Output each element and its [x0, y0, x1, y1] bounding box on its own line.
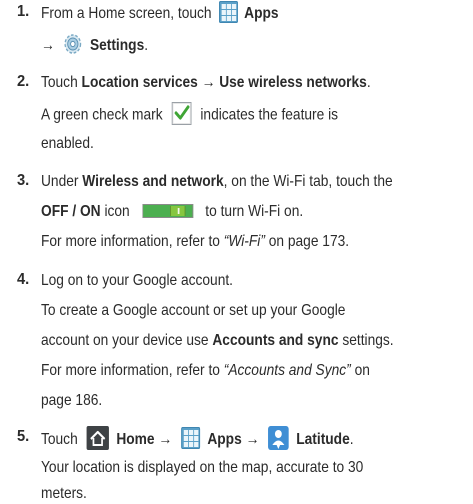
step-line: Log on to your Google account. [41, 272, 234, 289]
apps-label: Apps [244, 5, 279, 23]
arrow: → [41, 37, 55, 55]
step-number: 4. [16, 271, 30, 288]
arrow: → [245, 431, 260, 449]
step-number: 5. [16, 428, 30, 445]
arrow: → [201, 74, 216, 91]
apps-grid-icon [218, 1, 238, 23]
latitude-label: Latitude [296, 431, 350, 449]
step-line: Under Wireless and network, on the Wi-Fi… [41, 173, 393, 190]
green-check-icon [171, 102, 192, 125]
home-icon [86, 426, 110, 450]
off-on-label: OFF / ON [41, 203, 101, 220]
step-line: Touch Location services → Use wireless n… [41, 74, 371, 91]
step-line: For more information, refer to “Accounts… [41, 362, 370, 379]
arrow: → [158, 431, 173, 449]
step-line: For more information, refer to “Wi-Fi” o… [41, 233, 350, 250]
wifi-toggle-icon [142, 203, 193, 218]
step-line: meters. [41, 485, 87, 502]
step-line: Your location is displayed on the map, a… [41, 459, 364, 476]
use-wireless-networks-label: Use wireless networks [219, 74, 367, 91]
settings-gear-icon [64, 33, 83, 55]
accounts-and-sync-reference: “Accounts and Sync” [223, 362, 351, 379]
home-label: Home [116, 431, 155, 449]
step-number: 3. [16, 172, 30, 189]
settings-label: Settings [89, 37, 145, 55]
step-number: 2. [16, 73, 30, 90]
latitude-icon [268, 426, 289, 450]
step-line: page 186. [41, 392, 103, 409]
step-line: → Settings. [41, 33, 165, 57]
wireless-and-network-label: Wireless and network [82, 173, 224, 190]
apps-label: Apps [207, 431, 242, 449]
step-line: account on your device use Accounts and … [41, 332, 394, 349]
instruction-page: 1. From a Home screen, touch Apps → Sett… [0, 0, 473, 504]
step-line: OFF / ON icon to turn Wi-Fi on. [41, 203, 304, 220]
wifi-reference: “Wi-Fi” [223, 233, 265, 250]
step-line: From a Home screen, touch Apps [41, 1, 317, 25]
step-line: Touch Home → Apps → Latitude. [41, 426, 404, 452]
location-services-label: Location services [81, 74, 198, 91]
step-text: From a Home screen, touch [41, 5, 212, 23]
apps-grid-icon [181, 427, 201, 449]
accounts-and-sync-label: Accounts and sync [212, 332, 339, 349]
step-number: 1. [16, 3, 30, 20]
step-line: enabled. [41, 135, 94, 152]
step-line: A green check mark indicates the feature… [41, 102, 386, 127]
step-line: To create a Google account or set up you… [41, 302, 346, 319]
